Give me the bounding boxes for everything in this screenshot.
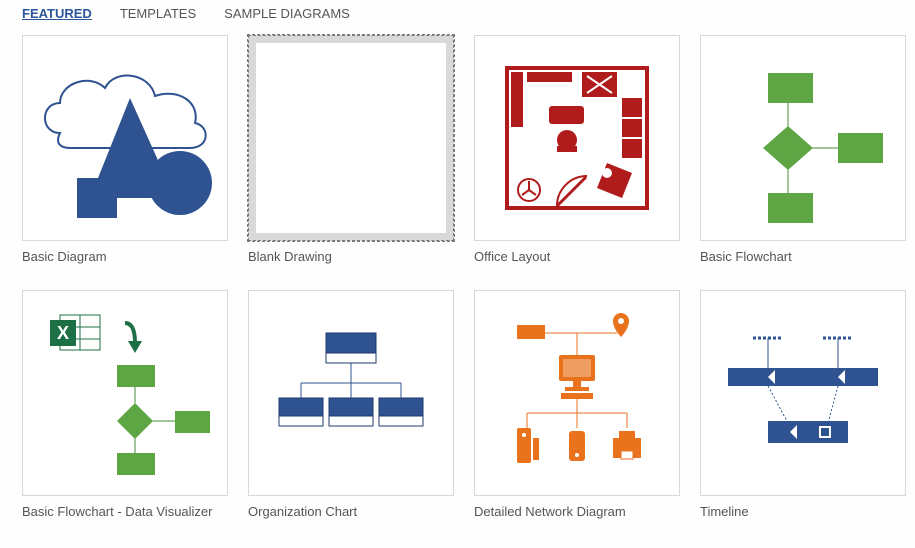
template-label: Office Layout: [474, 249, 680, 264]
template-thumbnail: [22, 35, 228, 241]
tab-featured[interactable]: FEATURED: [22, 6, 92, 23]
tab-templates[interactable]: TEMPLATES: [120, 6, 196, 23]
template-organization-chart[interactable]: Organization Chart: [248, 290, 454, 519]
template-grid: Basic Diagram Blank Drawing: [0, 31, 915, 523]
template-label: Organization Chart: [248, 504, 454, 519]
template-office-layout[interactable]: Office Layout: [474, 35, 680, 264]
network-diagram-icon: [487, 303, 667, 483]
template-blank-drawing[interactable]: Blank Drawing: [248, 35, 454, 264]
template-thumbnail: X: [22, 290, 228, 496]
template-label: Basic Flowchart - Data Visualizer: [22, 504, 228, 519]
template-basic-diagram[interactable]: Basic Diagram: [22, 35, 228, 264]
template-label: Timeline: [700, 504, 906, 519]
template-thumbnail: [248, 35, 454, 241]
basic-flowchart-icon: [713, 48, 893, 228]
template-thumbnail: [474, 35, 680, 241]
tab-bar: FEATURED TEMPLATES SAMPLE DIAGRAMS: [0, 0, 915, 31]
org-chart-icon: [261, 303, 441, 483]
data-visualizer-icon: X: [35, 303, 215, 483]
template-thumbnail: [474, 290, 680, 496]
template-thumbnail: [700, 290, 906, 496]
template-label: Detailed Network Diagram: [474, 504, 680, 519]
basic-diagram-icon: [35, 48, 215, 228]
svg-text:X: X: [57, 323, 69, 343]
office-layout-icon: [487, 48, 667, 228]
template-label: Basic Flowchart: [700, 249, 906, 264]
template-timeline[interactable]: Timeline: [700, 290, 906, 519]
template-flowchart-data-visualizer[interactable]: X Basic Flowchart - Data Visualizer: [22, 290, 228, 519]
template-label: Basic Diagram: [22, 249, 228, 264]
template-basic-flowchart[interactable]: Basic Flowchart: [700, 35, 906, 264]
timeline-icon: [713, 303, 893, 483]
template-label: Blank Drawing: [248, 249, 454, 264]
template-thumbnail: [248, 290, 454, 496]
tab-sample-diagrams[interactable]: SAMPLE DIAGRAMS: [224, 6, 350, 23]
template-thumbnail: [700, 35, 906, 241]
template-detailed-network-diagram[interactable]: Detailed Network Diagram: [474, 290, 680, 519]
